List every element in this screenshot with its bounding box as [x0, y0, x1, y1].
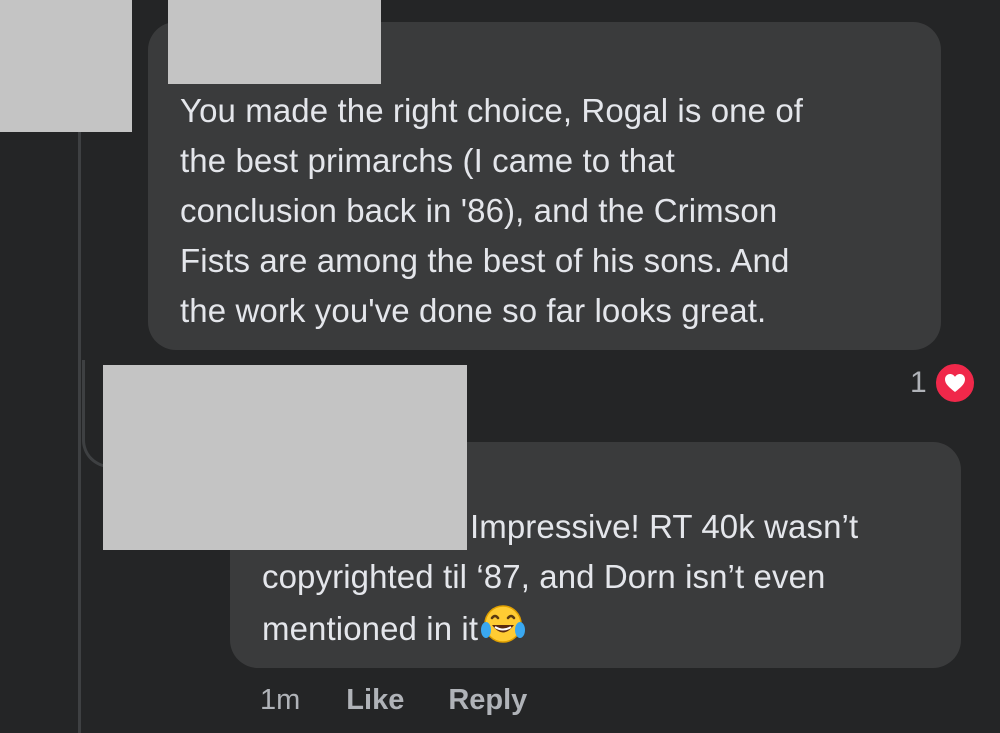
redacted-author-name	[168, 0, 381, 84]
reaction-count: 1	[910, 366, 927, 399]
timestamp: 1m	[260, 684, 301, 716]
parent-comment-line: Fists are among the best of his sons. An…	[180, 242, 790, 279]
heart-icon	[932, 361, 977, 405]
comment-thread: You made the right choice, Rogal is one …	[0, 0, 1000, 733]
reply-actions: 1m Like Reply	[260, 684, 571, 717]
parent-comment-line: conclusion back in '86), and the Crimson	[180, 192, 778, 229]
reaction-summary[interactable]: 1	[910, 361, 977, 405]
parent-comment-line: the work you've done so far looks great.	[180, 292, 767, 329]
redacted-reply-author	[103, 365, 467, 550]
redacted-avatar	[0, 0, 132, 132]
parent-comment-line: the best primarchs (I came to that	[180, 142, 675, 179]
like-button[interactable]: Like	[346, 684, 404, 717]
face-with-tears-of-joy-icon	[480, 602, 526, 660]
parent-comment-line: You made the right choice, Rogal is one …	[180, 92, 804, 129]
reply-comment-line-text: mentioned in it	[262, 610, 479, 647]
reply-comment-line: copyrighted til ‘87, and Dorn isn’t even	[262, 558, 826, 595]
reply-comment-line: mentioned in it	[262, 602, 961, 660]
parent-comment-text: You made the right choice, Rogal is one …	[180, 86, 941, 336]
reply-button[interactable]: Reply	[448, 684, 527, 717]
thread-connector-line	[78, 130, 81, 733]
